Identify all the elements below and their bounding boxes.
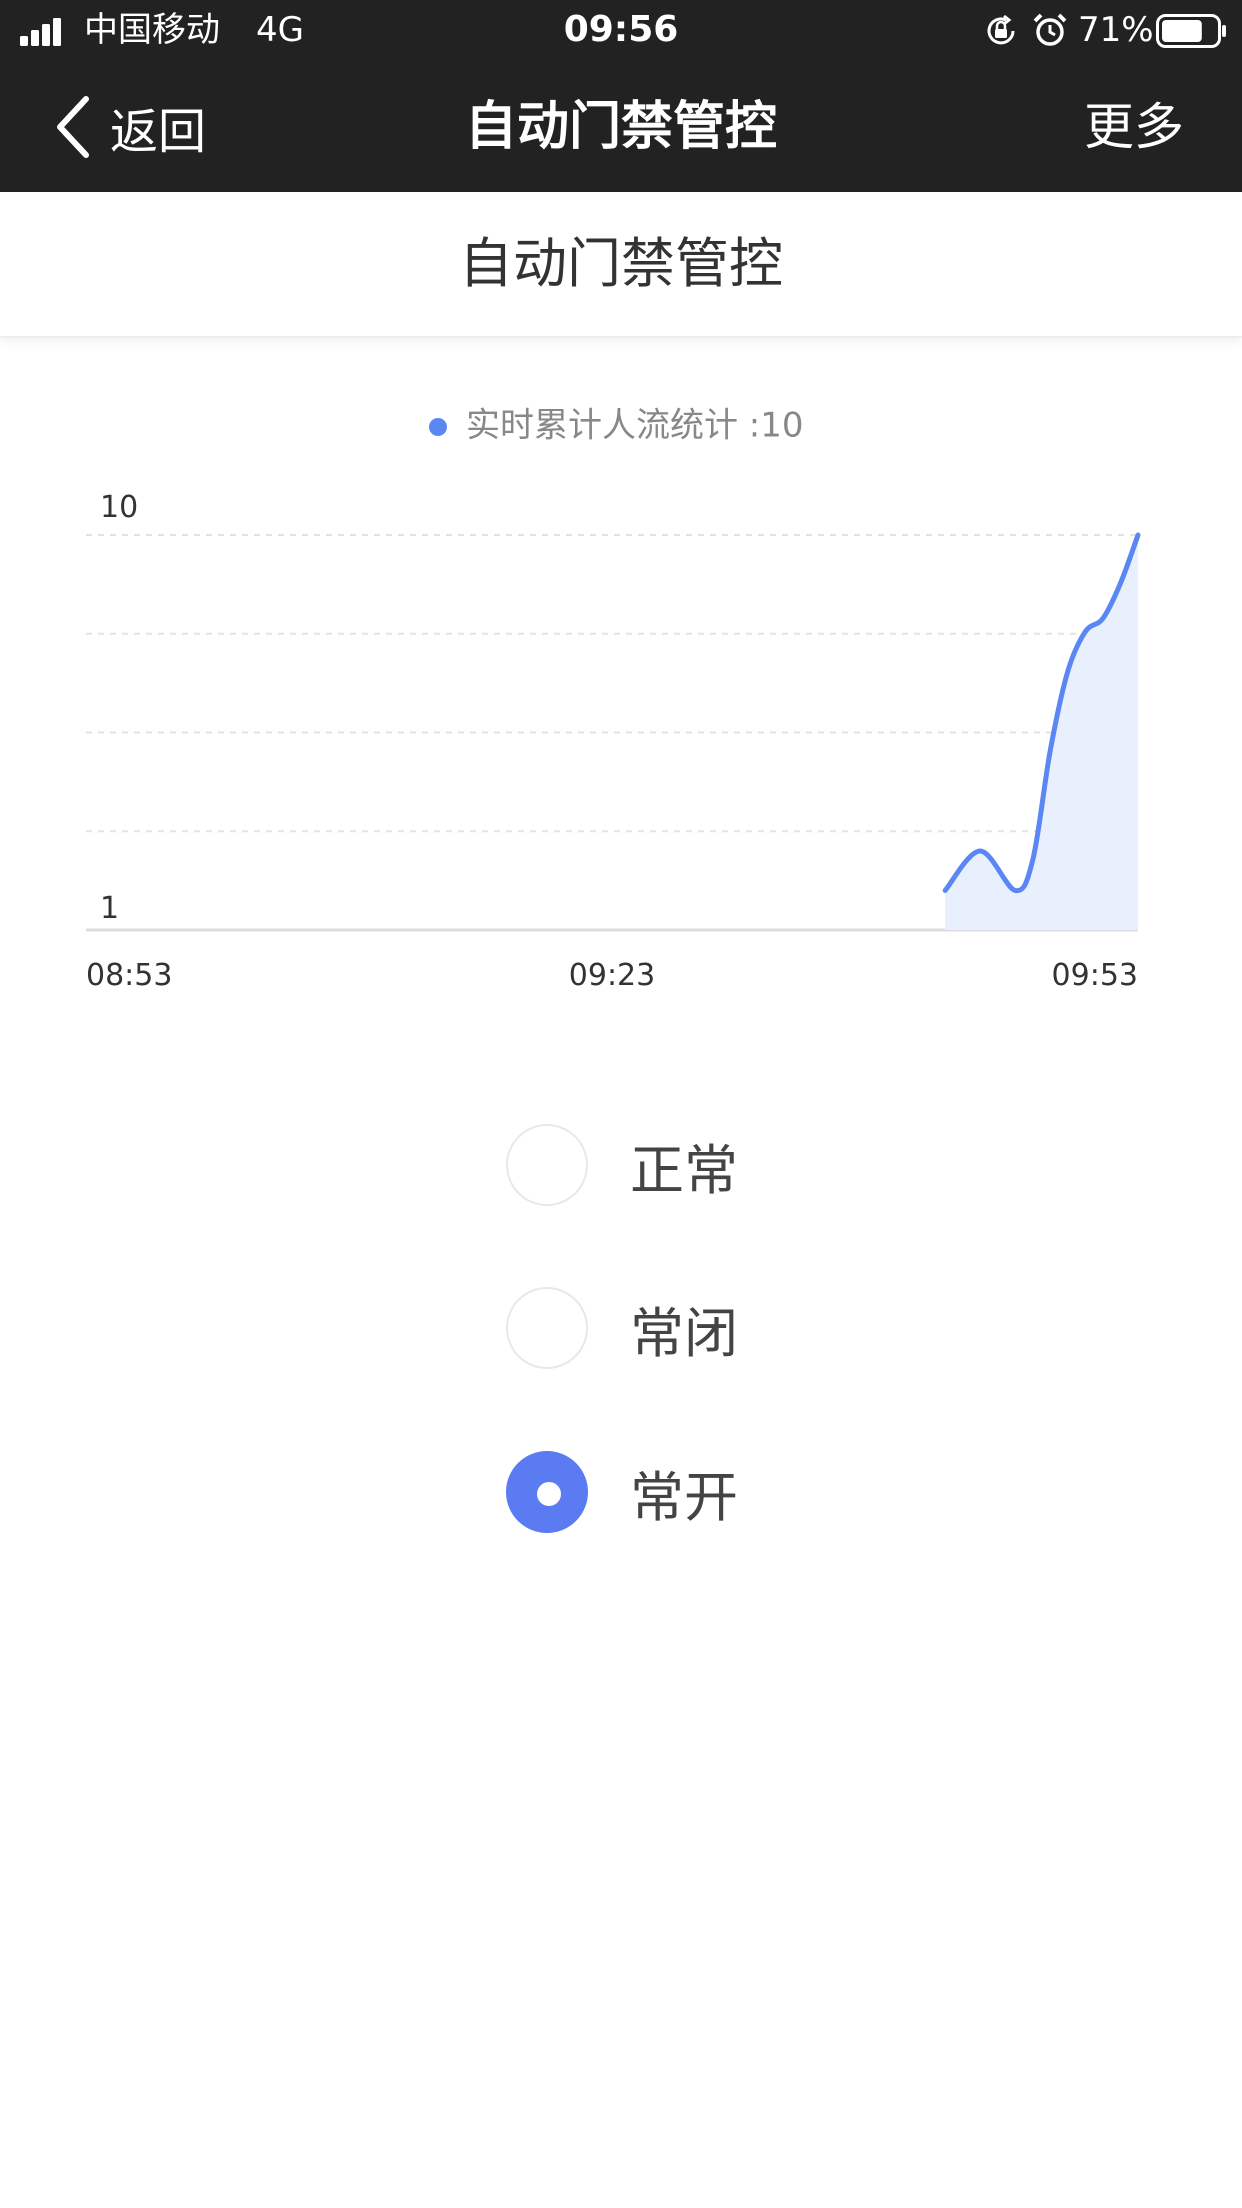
radio-button[interactable] xyxy=(506,1287,588,1369)
mode-option-label: 常闭 xyxy=(630,1301,738,1365)
radio-button[interactable] xyxy=(506,1451,588,1533)
mode-option-normal[interactable]: 正常 xyxy=(506,1124,738,1206)
people-flow-chart: 实时累计人流统计 :10 10 1 08:53 09:23 09:53 xyxy=(86,406,1141,993)
page-header: 自动门禁管控 xyxy=(0,192,1242,338)
battery-percentage: 71% xyxy=(1078,10,1154,50)
x-tick-label: 09:23 xyxy=(569,958,655,993)
y-tick-label: 1 xyxy=(100,891,119,926)
y-tick-label: 10 xyxy=(100,490,138,525)
x-tick-label: 09:53 xyxy=(1052,958,1138,993)
mode-option-always-closed[interactable]: 常闭 xyxy=(506,1287,738,1369)
battery-icon xyxy=(1156,14,1226,48)
x-tick-label: 08:53 xyxy=(86,958,172,993)
legend-dot xyxy=(429,418,447,436)
mode-option-label: 正常 xyxy=(630,1138,738,1202)
status-bar: 中国移动 4G 09:56 71% xyxy=(0,0,1242,62)
mode-option-always-open[interactable]: 常开 xyxy=(506,1451,738,1533)
radio-button[interactable] xyxy=(506,1124,588,1206)
legend-label: 实时累计人流统计 :10 xyxy=(466,406,804,446)
nav-title: 自动门禁管控 xyxy=(464,97,777,157)
rotation-lock-icon xyxy=(987,14,1015,45)
alarm-icon xyxy=(1033,13,1067,46)
page-title: 自动门禁管控 xyxy=(459,232,783,295)
mode-option-label: 常开 xyxy=(630,1465,738,1529)
navigation-bar: 返回 自动门禁管控 更多 xyxy=(0,62,1242,192)
more-button[interactable]: 更多 xyxy=(1084,92,1184,162)
radio-dot xyxy=(537,1482,561,1506)
